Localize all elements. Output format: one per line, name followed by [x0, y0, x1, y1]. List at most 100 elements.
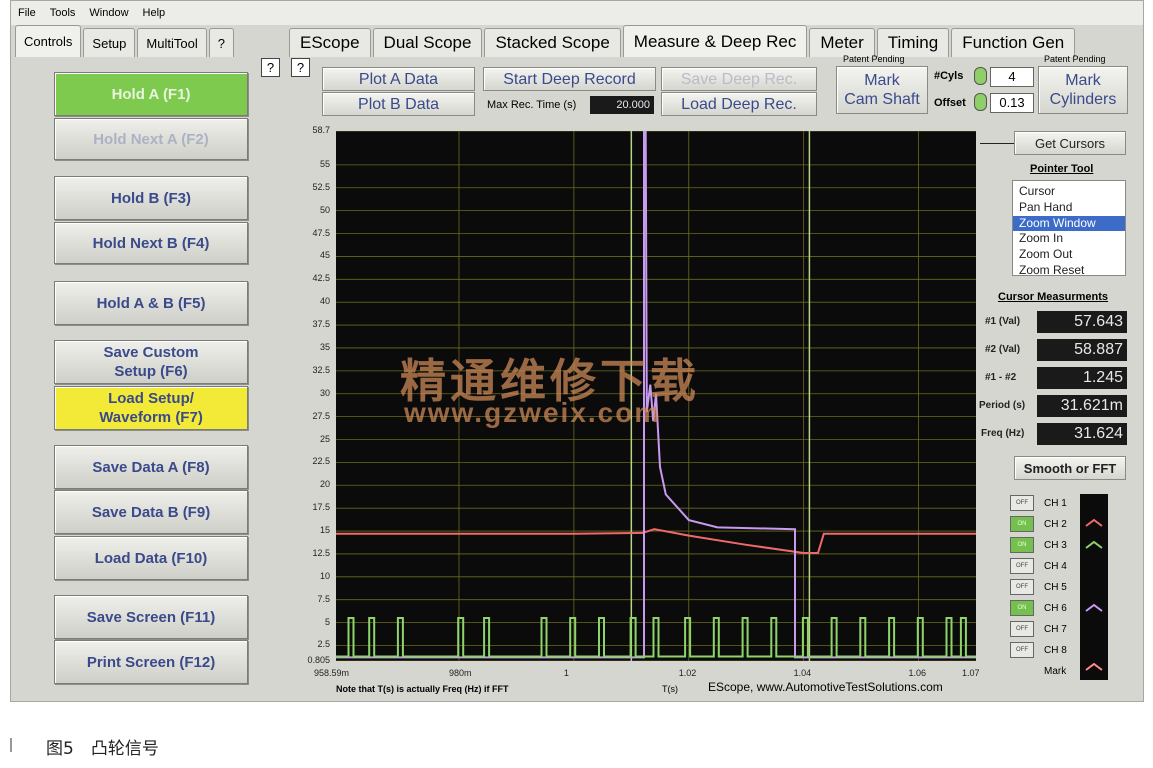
save-deep-rec-button[interactable]: Save Deep Rec. [661, 67, 817, 91]
tab-multitool[interactable]: MultiTool [137, 28, 207, 57]
tab-stacked-scope[interactable]: Stacked Scope [484, 28, 621, 57]
y-tick-label: 40 [319, 296, 330, 307]
tab-escope[interactable]: EScope [289, 28, 371, 57]
pointer-tool-list: Cursor Pan Hand Zoom Window Zoom In Zoom… [1012, 180, 1126, 279]
meas-value-3: 1.245 [1037, 367, 1127, 389]
cyls-spinner-icon[interactable] [974, 67, 987, 85]
meas-label-5: Freq (Hz) [981, 428, 1025, 439]
mark-cyl-line2: Cylinders [1049, 91, 1117, 108]
y-tick-label: 52.5 [312, 181, 330, 192]
x-tick-label: 980m [448, 668, 472, 678]
menu-help[interactable]: Help [136, 7, 173, 19]
channel-toggle[interactable]: OFF [1010, 558, 1034, 574]
channel-toggle[interactable]: ON [1010, 600, 1034, 616]
y-tick-label: 45 [319, 250, 330, 261]
get-cursors-button[interactable]: Get Cursors [1014, 131, 1126, 155]
cyls-label: #Cyls [934, 70, 964, 82]
x-tick-label: 1.02 [678, 668, 697, 678]
tab-controls[interactable]: Controls [15, 25, 82, 57]
save-data-b-button[interactable]: Save Data B (F9) [54, 490, 248, 534]
help-left-button[interactable]: ? [261, 58, 280, 77]
channel-toggle[interactable]: OFF [1010, 579, 1034, 595]
pointer-option-zoom-reset[interactable]: Zoom Reset [1013, 263, 1125, 279]
load-data-button[interactable]: Load Data (F10) [54, 536, 248, 580]
mark-cyl-line1: Mark [1065, 72, 1101, 89]
y-tick-label: 5 [324, 616, 330, 627]
save-custom-line2: Setup (F6) [114, 363, 188, 380]
max-rec-time-value[interactable]: 20.000 [590, 96, 654, 114]
channel-row: OFF CH 5 [1010, 578, 1074, 596]
y-tick-label: 27.5 [312, 410, 330, 421]
tab-dual-scope[interactable]: Dual Scope [372, 28, 483, 57]
hold-b-button[interactable]: Hold B (F3) [54, 176, 248, 220]
tab-help[interactable]: ? [208, 28, 234, 57]
smooth-fft-button[interactable]: Smooth or FFT [1014, 456, 1126, 480]
hold-a-button[interactable]: Hold A (F1) [54, 72, 248, 116]
main-tabs: EScope Dual Scope Stacked Scope Measure … [289, 25, 1077, 57]
plot-a-data-button[interactable]: Plot A Data [322, 67, 475, 91]
y-tick-label: 10 [319, 570, 330, 581]
menu-file[interactable]: File [11, 7, 43, 19]
channel-row: OFF CH 7 [1010, 620, 1074, 638]
channel-toggle[interactable]: ON [1010, 516, 1034, 532]
y-tick-label: 2.5 [317, 639, 330, 650]
channel-label: CH 8 [1044, 644, 1067, 656]
start-deep-record-button[interactable]: Start Deep Record [483, 67, 656, 91]
x-axis-label: T(s) [662, 684, 678, 694]
mark-row: Mark [1010, 662, 1074, 680]
channel-color-strip [1080, 494, 1108, 680]
patent-pending-label-1: Patent Pending [843, 54, 905, 64]
y-tick-label: 58.7 [312, 125, 330, 135]
menu-window[interactable]: Window [82, 7, 135, 19]
tab-function-gen[interactable]: Function Gen [951, 28, 1076, 57]
tab-timing[interactable]: Timing [876, 28, 950, 57]
pointer-option-pan-hand[interactable]: Pan Hand [1013, 200, 1125, 216]
channel-label: CH 6 [1044, 602, 1067, 614]
y-tick-label: 22.5 [312, 456, 330, 467]
mark-cam-shaft-button[interactable]: Mark Cam Shaft [836, 66, 928, 114]
hold-ab-button[interactable]: Hold A & B (F5) [54, 281, 248, 325]
channel-label: CH 5 [1044, 581, 1067, 593]
ch3-color-icon [1085, 540, 1103, 549]
x-tick-label: 1 [563, 668, 569, 678]
save-custom-setup-button[interactable]: Save Custom Setup (F6) [54, 340, 248, 384]
hold-next-b-button[interactable]: Hold Next B (F4) [54, 222, 248, 264]
print-screen-button[interactable]: Print Screen (F12) [54, 640, 248, 684]
load-setup-line1: Load Setup/ [108, 390, 194, 407]
pointer-option-zoom-in[interactable]: Zoom In [1013, 231, 1125, 247]
y-tick-label: 55 [319, 158, 330, 169]
channel-toggle[interactable]: OFF [1010, 621, 1034, 637]
offset-input[interactable]: 0.13 [990, 93, 1034, 113]
load-setup-waveform-button[interactable]: Load Setup/ Waveform (F7) [54, 386, 248, 430]
help-main-button[interactable]: ? [291, 58, 310, 77]
plot-b-data-button[interactable]: Plot B Data [322, 92, 475, 116]
y-tick-label: 12.5 [312, 547, 330, 558]
channel-row: OFF CH 4 [1010, 557, 1074, 575]
save-screen-button[interactable]: Save Screen (F11) [54, 595, 248, 639]
channel-toggle[interactable]: OFF [1010, 495, 1034, 511]
pointer-option-zoom-window[interactable]: Zoom Window [1013, 215, 1125, 232]
load-deep-rec-button[interactable]: Load Deep Rec. [661, 92, 817, 116]
menu-tools[interactable]: Tools [43, 7, 83, 19]
pointer-option-cursor[interactable]: Cursor [1013, 184, 1125, 200]
tab-measure-deep-rec[interactable]: Measure & Deep Rec [622, 25, 808, 57]
cyls-input[interactable]: 4 [990, 67, 1034, 87]
channel-row: ON CH 6 [1010, 599, 1074, 617]
load-setup-line2: Waveform (F7) [99, 409, 203, 426]
y-tick-label: 30 [319, 387, 330, 398]
offset-spinner-icon[interactable] [974, 93, 987, 111]
waveform-series-1 [336, 528, 976, 554]
tab-meter[interactable]: Meter [809, 28, 875, 57]
channel-toggle[interactable]: OFF [1010, 642, 1034, 658]
channel-label: CH 4 [1044, 560, 1067, 572]
y-tick-label: 32.5 [312, 364, 330, 375]
pointer-option-zoom-out[interactable]: Zoom Out [1013, 247, 1125, 263]
hold-next-a-button[interactable]: Hold Next A (F2) [54, 118, 248, 160]
tab-setup[interactable]: Setup [83, 28, 136, 57]
y-tick-label: 50 [319, 204, 330, 215]
channel-label: CH 2 [1044, 518, 1067, 530]
channel-toggle[interactable]: ON [1010, 537, 1034, 553]
x-tick-label: 1.07 [962, 668, 980, 678]
mark-cylinders-button[interactable]: Mark Cylinders [1038, 66, 1128, 114]
save-data-a-button[interactable]: Save Data A (F8) [54, 445, 248, 489]
